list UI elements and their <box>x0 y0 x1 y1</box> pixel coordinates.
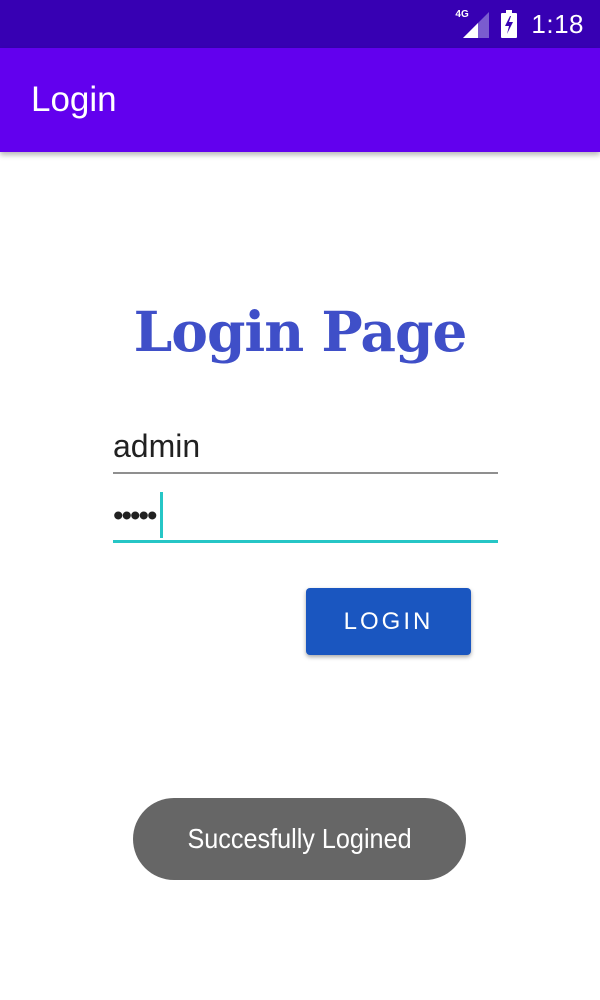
network-indicator: 4G <box>455 10 490 38</box>
username-value: admin <box>113 428 201 464</box>
status-icons: 4G 1:18 <box>455 0 584 48</box>
password-value: ••••• <box>113 499 157 533</box>
login-button[interactable]: LOGIN <box>306 588 471 655</box>
toast-message: Succesfully Logined <box>133 798 466 880</box>
status-clock: 1:18 <box>531 8 584 39</box>
status-bar: 4G 1:18 <box>0 0 600 48</box>
signal-icon <box>463 12 490 38</box>
text-cursor <box>159 492 163 538</box>
password-field[interactable]: ••••• <box>113 486 498 543</box>
username-field[interactable]: admin <box>113 418 498 474</box>
toast-text: Succesfully Logined <box>187 823 412 854</box>
app-bar: Login <box>0 48 600 152</box>
battery-charging-icon <box>501 10 518 38</box>
page-heading: Login Page <box>133 299 468 364</box>
password-value-wrap: ••••• <box>113 492 163 540</box>
app-bar-title: Login <box>31 80 117 119</box>
login-screen: 4G 1:18 Login Login Page admin ••••• LOG… <box>0 0 600 1000</box>
